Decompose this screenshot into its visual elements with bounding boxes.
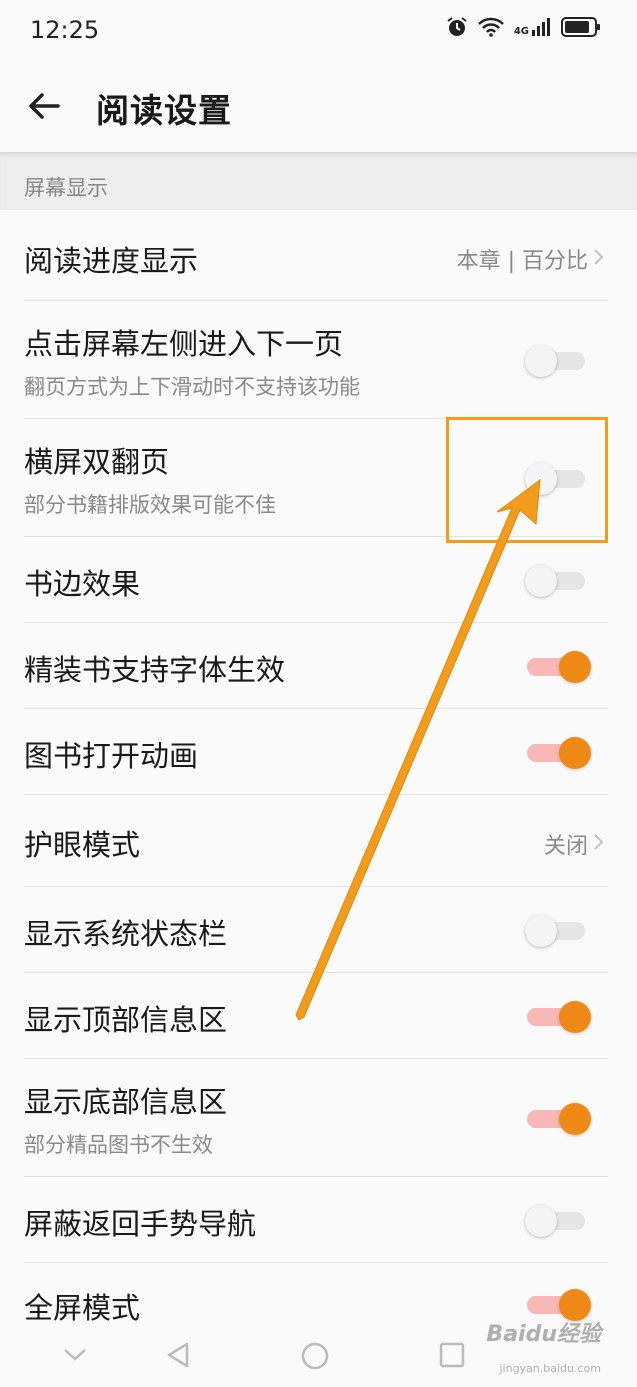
back-triangle-icon[interactable] (165, 1341, 191, 1369)
setting-label: 护眼模式 (24, 828, 141, 862)
top-bar: 阅读设置 (0, 62, 637, 150)
back-arrow-icon[interactable] (24, 86, 64, 126)
setting-label: 精装书支持字体生效 (24, 653, 286, 687)
setting-label: 屏蔽返回手势导航 (24, 1207, 257, 1241)
home-circle-icon[interactable] (300, 1341, 330, 1371)
setting-show-bottom-info: 显示底部信息区 部分精品图书不生效 (0, 1059, 637, 1177)
setting-open-animation: 图书打开动画 (0, 709, 637, 795)
setting-tap-left-next-page: 点击屏幕左侧进入下一页 翻页方式为上下滑动时不支持该功能 (0, 301, 637, 419)
toggle-switch[interactable] (527, 1001, 591, 1033)
setting-label: 阅读进度显示 (24, 244, 199, 278)
setting-label: 显示顶部信息区 (24, 1003, 228, 1037)
alarm-icon (447, 17, 467, 36)
setting-label: 图书打开动画 (24, 739, 199, 773)
toggle-switch[interactable] (525, 1205, 585, 1237)
signal-indicator: 4G (514, 17, 551, 37)
setting-label: 显示底部信息区 (24, 1085, 228, 1119)
section-header: 屏幕显示 (0, 152, 637, 210)
setting-description: 部分精品图书不生效 (24, 1133, 213, 1157)
toggle-switch[interactable] (527, 737, 591, 769)
section-title: 屏幕显示 (24, 176, 108, 200)
page-title: 阅读设置 (96, 91, 232, 130)
recents-square-icon[interactable] (438, 1341, 466, 1369)
toggle-switch[interactable] (527, 651, 591, 683)
setting-label: 点击屏幕左侧进入下一页 (24, 327, 344, 361)
setting-value: 本章 | 百分比 (456, 249, 588, 274)
chevron-down-icon[interactable] (62, 1341, 88, 1367)
chevron-right-icon (594, 834, 604, 850)
setting-value: 关闭 (543, 834, 588, 859)
setting-label: 书边效果 (24, 567, 141, 601)
toggle-switch[interactable] (525, 345, 585, 377)
wifi-icon (477, 17, 504, 37)
setting-eye-protection[interactable]: 护眼模式 关闭 (0, 795, 637, 887)
setting-label: 显示系统状态栏 (24, 917, 228, 951)
watermark-logo: Baidu经验 (486, 1322, 601, 1347)
toggle-switch[interactable] (527, 1289, 591, 1321)
setting-show-top-info: 显示顶部信息区 (0, 973, 637, 1059)
setting-label: 横屏双翻页 (24, 445, 170, 479)
setting-description: 部分书籍排版效果可能不佳 (24, 493, 276, 517)
status-bar: 12:25 4G (0, 0, 637, 62)
signal-icon (532, 18, 550, 36)
watermark-url: jingyan.baidu.com (499, 1362, 601, 1375)
setting-hardcover-font: 精装书支持字体生效 (0, 623, 637, 709)
setting-book-edge-effect: 书边效果 (0, 537, 637, 623)
toggle-switch[interactable] (527, 1103, 591, 1135)
annotation-highlight-box (446, 417, 608, 543)
status-time: 12:25 (30, 16, 100, 44)
chevron-right-icon (594, 249, 604, 265)
setting-reading-progress[interactable]: 阅读进度显示 本章 | 百分比 (0, 210, 637, 301)
setting-block-back-gesture: 屏蔽返回手势导航 (0, 1177, 637, 1263)
toggle-switch[interactable] (525, 915, 585, 947)
network-type: 4G (513, 26, 529, 37)
status-icons: 4G (446, 16, 601, 38)
setting-show-status-bar: 显示系统状态栏 (0, 887, 637, 973)
battery-icon (561, 17, 600, 37)
setting-description: 翻页方式为上下滑动时不支持该功能 (24, 375, 360, 399)
toggle-switch[interactable] (525, 565, 585, 597)
setting-label: 全屏模式 (24, 1291, 141, 1325)
